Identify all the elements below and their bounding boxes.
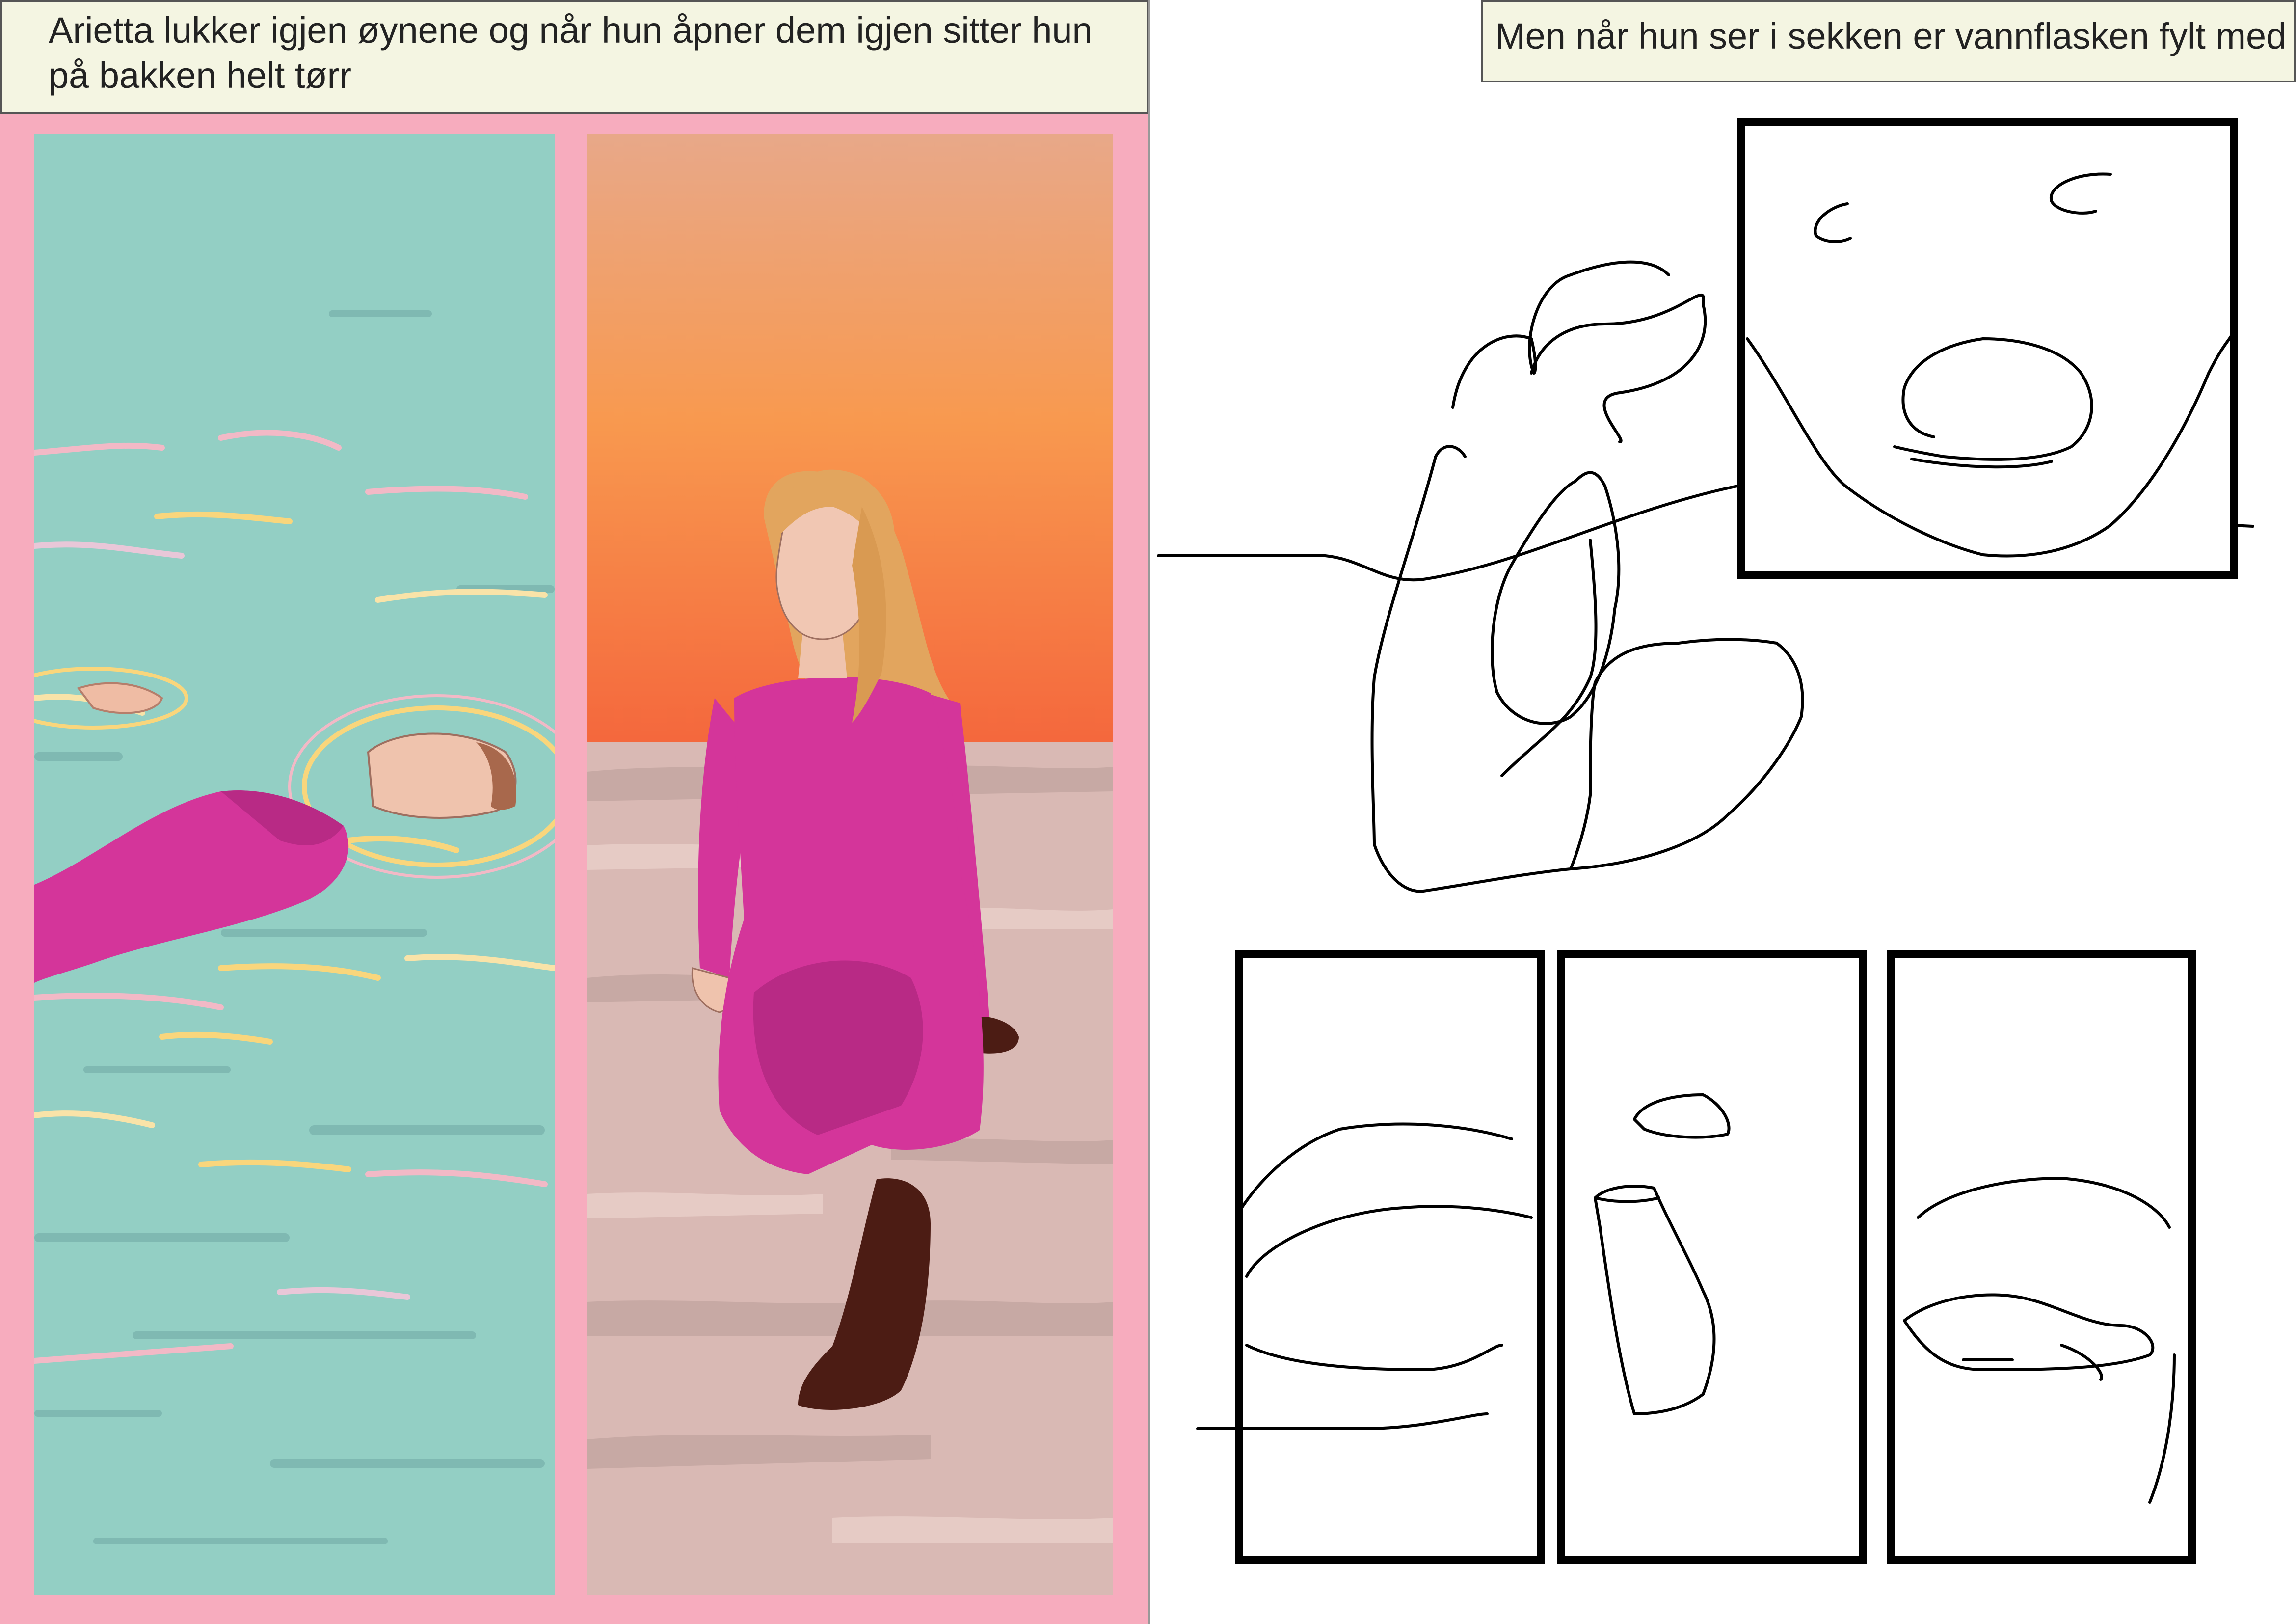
caption-box-left: Arietta lukker igjen øynene og når hun å… — [0, 0, 1148, 114]
caption-text-left: Arietta lukker igjen øynene og når hun å… — [49, 10, 1093, 96]
caption-box-right: Men når hun ser i sekken er vannflasken … — [1481, 0, 2296, 82]
sketch-panel-bottom-1 — [1235, 950, 1545, 1564]
sunset-illustration — [587, 134, 1113, 1595]
panel-floating-in-water — [34, 134, 555, 1595]
sketch-panel-bottom-3 — [1887, 950, 2196, 1564]
sketch-panel-bottom-2 — [1557, 950, 1867, 1564]
water-illustration — [34, 310, 555, 1544]
sketch-panel-top — [1737, 118, 2238, 579]
caption-text-right: Men når hun ser i sekken er vannflasken … — [1495, 16, 2296, 56]
panel-sitting-on-ground — [587, 134, 1113, 1595]
comic-page-left — [0, 114, 1150, 1624]
page-divider — [1148, 0, 1150, 1624]
